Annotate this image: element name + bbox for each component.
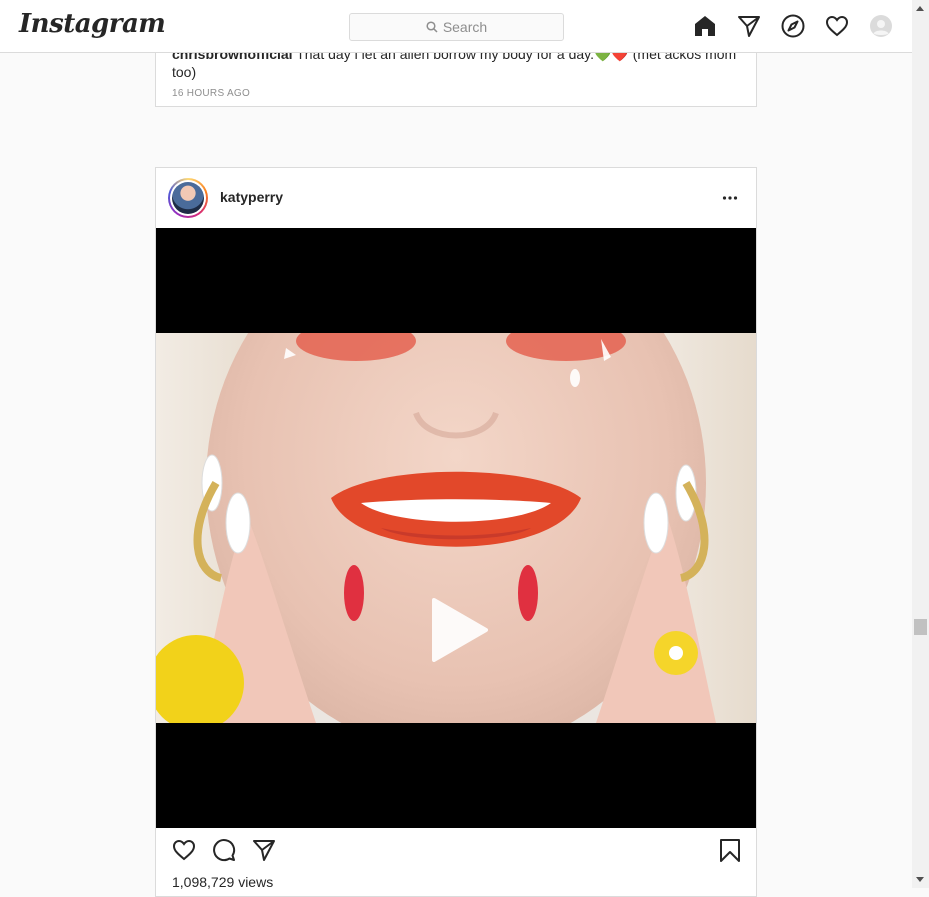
post-card: katyperry 1,098,729 views [155, 167, 757, 897]
search-input[interactable]: Search [349, 13, 564, 41]
vertical-scrollbar[interactable] [912, 0, 929, 888]
comment-icon[interactable] [212, 838, 236, 867]
top-nav-bar: Instagram Search [0, 0, 912, 53]
search-placeholder: Search [442, 19, 488, 35]
home-icon[interactable] [693, 14, 717, 38]
story-ring[interactable] [168, 178, 208, 218]
direct-icon[interactable] [737, 14, 761, 38]
scroll-up-icon[interactable] [916, 6, 924, 11]
post-username[interactable]: katyperry [220, 189, 283, 205]
activity-icon[interactable] [825, 14, 849, 38]
explore-icon[interactable] [781, 14, 805, 38]
scrollbar-thumb[interactable] [914, 619, 927, 635]
play-icon[interactable] [428, 596, 490, 664]
save-icon[interactable] [718, 838, 742, 867]
like-icon[interactable] [172, 838, 196, 867]
user-avatar [172, 182, 204, 214]
video-player[interactable] [156, 228, 756, 828]
previous-post-timestamp[interactable]: 16 HOURS AGO [172, 88, 250, 99]
instagram-logo[interactable]: Instagram [19, 9, 166, 39]
scroll-down-icon[interactable] [916, 877, 924, 882]
post-header: katyperry [156, 168, 756, 228]
more-options-icon[interactable] [722, 190, 738, 211]
profile-avatar[interactable] [869, 14, 893, 38]
search-icon [426, 21, 438, 33]
video-frame [156, 333, 756, 723]
share-icon[interactable] [252, 838, 276, 867]
post-actions [156, 828, 756, 868]
